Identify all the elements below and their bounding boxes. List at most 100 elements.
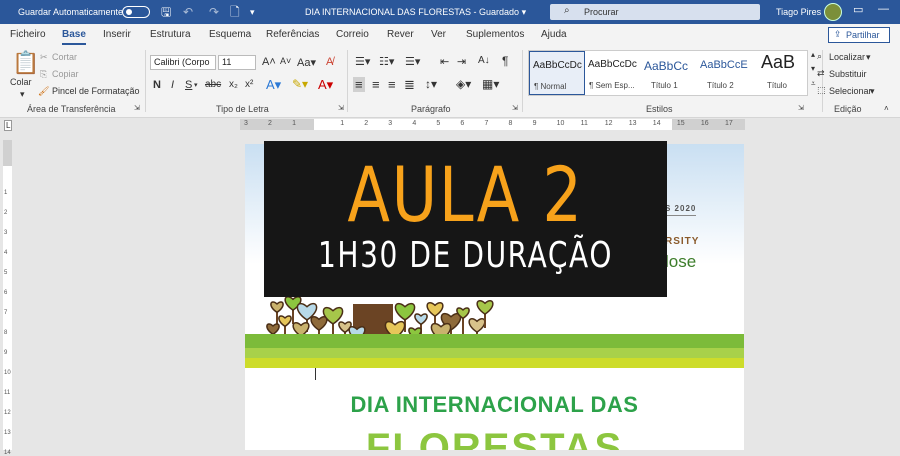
paste-button[interactable]: Colar: [10, 77, 32, 87]
tab-ajuda[interactable]: Ajuda: [541, 29, 567, 40]
tab-base[interactable]: Base: [62, 29, 86, 45]
format-painter-icon[interactable]: 🖌: [38, 86, 49, 97]
subscript-icon[interactable]: x₂: [229, 79, 238, 90]
superscript-icon[interactable]: x²: [245, 79, 253, 90]
tab-suplementos[interactable]: Suplementos: [466, 29, 524, 40]
font-launcher-icon[interactable]: ⇲: [338, 104, 344, 112]
ruler-mark: 3: [244, 120, 248, 127]
grow-font-icon[interactable]: A˄: [262, 56, 276, 68]
tab-ficheiro[interactable]: Ficheiro: [10, 29, 46, 40]
ruler-mark: 2: [364, 120, 369, 127]
vertical-ruler[interactable]: 1 2 3 4 5 6 7 8 9 10 11 12 13 14: [3, 140, 12, 456]
decrease-indent-icon[interactable]: ⇤: [440, 55, 449, 68]
paste-icon[interactable]: 📋: [12, 50, 39, 76]
font-name-combo[interactable]: Calibri (Corpo: [150, 55, 216, 70]
paragraph-launcher-icon[interactable]: ⇲: [512, 104, 518, 112]
autosave-toggle[interactable]: [122, 6, 150, 18]
strikethrough-icon[interactable]: abc: [205, 79, 221, 90]
customize-toolbar-icon[interactable]: ▾: [250, 5, 255, 19]
style-no-spacing[interactable]: AaBbCcDc ¶ Sem Esp...: [585, 51, 641, 95]
minimize-button[interactable]: —: [878, 3, 889, 15]
styles-scroll-up-icon[interactable]: ▴: [811, 50, 815, 59]
lesson-duration: 1H30 DE DURAÇÃO: [317, 235, 614, 276]
cut-icon[interactable]: ✂: [40, 52, 48, 63]
styles-scroll-down-icon[interactable]: ▾: [811, 64, 815, 73]
ruler-mark: 16: [700, 120, 709, 127]
highlight-icon[interactable]: ✎▾: [292, 77, 308, 91]
heart-tree-crown: [278, 315, 292, 328]
shading-icon[interactable]: ◈▾: [456, 77, 471, 91]
increase-indent-icon[interactable]: ⇥: [457, 55, 466, 68]
tab-ver[interactable]: Ver: [431, 29, 446, 40]
document-title[interactable]: DIA INTERNACIONAL DAS FLORESTAS - Guarda…: [305, 7, 526, 18]
tab-correio[interactable]: Correio: [336, 29, 369, 40]
borders-icon[interactable]: ▦▾: [482, 77, 499, 91]
underline-dropdown-icon[interactable]: ▾: [194, 81, 198, 89]
undo-icon[interactable]: ↶: [183, 5, 193, 19]
shrink-font-icon[interactable]: A˅: [280, 56, 291, 66]
tab-stop-selector-icon[interactable]: L: [4, 120, 13, 131]
select-icon[interactable]: ⬚: [817, 85, 826, 96]
styles-gallery: AaBbCcDc ¶ Normal AaBbCcDc ¶ Sem Esp... …: [528, 50, 808, 96]
numbering-icon[interactable]: ☷▾: [379, 55, 394, 68]
bold-icon[interactable]: N: [153, 79, 161, 91]
multilevel-list-icon[interactable]: ☰▾: [405, 55, 420, 68]
search-placeholder: Procurar: [584, 7, 619, 17]
style-heading-1[interactable]: AaBbCc Título 1: [641, 51, 697, 95]
ruler-top-margin: [3, 140, 12, 166]
user-name[interactable]: Tiago Pires: [776, 7, 821, 17]
cut-button[interactable]: Cortar: [52, 52, 77, 62]
change-case-icon[interactable]: Aa▾: [297, 56, 316, 69]
styles-launcher-icon[interactable]: ⇲: [798, 104, 804, 112]
select-dropdown-icon[interactable]: ▾: [870, 86, 875, 97]
show-marks-icon[interactable]: ¶: [502, 54, 508, 68]
find-dropdown-icon[interactable]: ▾: [866, 52, 871, 63]
editing-group-label: Edição: [834, 104, 862, 114]
style-normal[interactable]: AaBbCcDc ¶ Normal: [529, 51, 585, 95]
tab-referencias[interactable]: Referências: [266, 29, 319, 40]
share-button[interactable]: ⇪ Partilhar: [828, 27, 890, 43]
bullets-icon[interactable]: ☰▾: [355, 55, 370, 68]
font-size-combo[interactable]: 11: [218, 55, 256, 70]
underline-icon[interactable]: S: [185, 79, 192, 91]
redo-icon[interactable]: ↷: [209, 5, 219, 19]
collapse-ribbon-icon[interactable]: ˄: [884, 104, 889, 113]
align-left-icon[interactable]: ≡: [353, 77, 365, 92]
style-heading-2[interactable]: AaBbCcE Título 2: [697, 51, 753, 95]
search-box[interactable]: ⌕ Procurar: [550, 4, 760, 20]
cover-year-text: S 2020: [665, 204, 697, 216]
tab-inserir[interactable]: Inserir: [103, 29, 131, 40]
font-group-label: Tipo de Letra: [216, 104, 269, 114]
font-color-icon[interactable]: A▾: [318, 77, 333, 93]
save-icon[interactable]: 🖫: [161, 5, 171, 19]
line-spacing-icon[interactable]: ↕▾: [425, 77, 437, 91]
paragraph-group-label: Parágrafo: [411, 104, 451, 114]
find-button[interactable]: Localizar: [829, 52, 865, 62]
align-right-icon[interactable]: ≡: [388, 77, 396, 92]
align-center-icon[interactable]: ≡: [372, 77, 380, 92]
select-button[interactable]: Selecionar: [829, 86, 872, 96]
new-document-icon[interactable]: 🗋: [230, 5, 240, 19]
ribbon-display-icon[interactable]: ▭: [853, 3, 863, 16]
text-effects-icon[interactable]: A▾: [266, 77, 281, 93]
italic-icon[interactable]: I: [171, 79, 174, 91]
tab-rever[interactable]: Rever: [387, 29, 414, 40]
format-painter-button[interactable]: Pincel de Formatação: [52, 86, 140, 96]
clipboard-launcher-icon[interactable]: ⇲: [134, 104, 140, 112]
paste-dropdown-icon[interactable]: ▾: [20, 89, 25, 100]
style-title[interactable]: AaB Título: [753, 51, 809, 95]
styles-more-icon[interactable]: ⩡: [811, 79, 816, 89]
avatar[interactable]: [824, 3, 842, 21]
horizontal-ruler[interactable]: 3 2 1 1 2 3 4 5 6 7 8 9 10 11 12 13 14 15 16 17: [240, 119, 745, 130]
tab-esquema[interactable]: Esquema: [209, 29, 251, 40]
replace-button[interactable]: Substituir: [829, 69, 867, 79]
copy-icon[interactable]: ⎘: [40, 69, 47, 80]
replace-icon[interactable]: ⇄: [817, 68, 825, 79]
tab-estrutura[interactable]: Estrutura: [150, 29, 191, 40]
justify-icon[interactable]: ≣: [404, 77, 415, 93]
clear-formatting-icon[interactable]: A̸: [326, 56, 333, 68]
copy-button[interactable]: Copiar: [52, 69, 79, 79]
ruler-mark: 17: [724, 120, 733, 127]
sort-icon[interactable]: A↓: [478, 55, 490, 66]
find-icon[interactable]: ⌕: [817, 51, 822, 62]
